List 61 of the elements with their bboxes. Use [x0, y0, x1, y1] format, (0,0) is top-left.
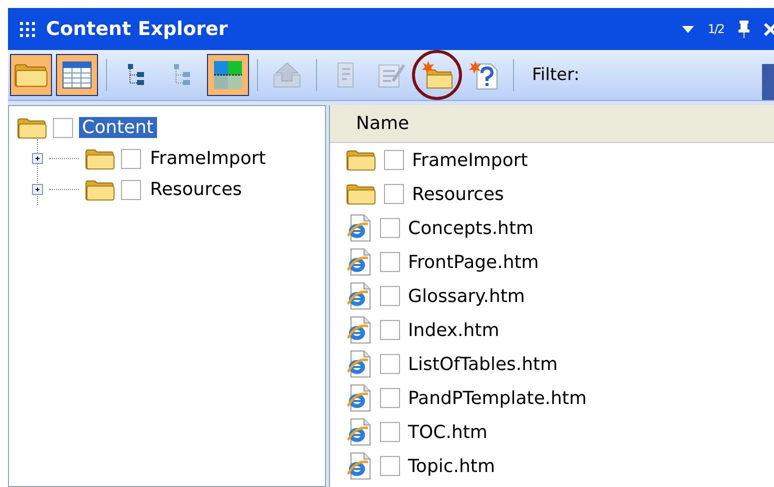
close-icon[interactable]: [764, 22, 774, 36]
tree-icon: [171, 63, 193, 87]
edit-icon: [377, 61, 407, 89]
toolbar-button[interactable]: [207, 54, 249, 96]
checkbox[interactable]: [380, 388, 400, 408]
folder-icon: [17, 116, 47, 138]
checkbox[interactable]: [384, 184, 404, 204]
folder-icon: [14, 62, 48, 88]
checkbox[interactable]: [380, 422, 400, 442]
web-page-icon: [346, 316, 372, 344]
checkbox[interactable]: [53, 118, 73, 138]
checkbox[interactable]: [380, 286, 400, 306]
web-page-icon: [346, 282, 372, 310]
folder-icon: [346, 149, 376, 171]
grip-icon: [18, 20, 36, 38]
web-page-icon: [346, 418, 372, 446]
pin-icon[interactable]: [738, 20, 750, 38]
window-title: Content Explorer: [46, 18, 229, 40]
web-page-icon: [346, 350, 372, 378]
checkbox[interactable]: [380, 252, 400, 272]
filter-label: Filter:: [532, 65, 580, 85]
folder-icon: [85, 178, 115, 200]
file-name[interactable]: Glossary.htm: [408, 286, 525, 306]
toolbar-button[interactable]: [56, 54, 98, 96]
web-page-icon: [346, 214, 372, 242]
checkbox[interactable]: [121, 148, 141, 168]
checkbox[interactable]: [380, 218, 400, 238]
grid-icon: [213, 60, 243, 90]
help-icon: [469, 60, 499, 90]
file-name[interactable]: TOC.htm: [408, 422, 488, 442]
tree-icon: [125, 63, 147, 87]
tree-item[interactable]: FrameImport: [147, 148, 269, 169]
web-page-icon: [346, 452, 372, 480]
new-folder-icon: [421, 60, 455, 90]
web-page-icon: [346, 384, 372, 412]
file-name[interactable]: FrameImport: [412, 150, 528, 170]
expand-toggle[interactable]: [32, 184, 43, 195]
page-indicator[interactable]: 1/2: [708, 22, 724, 36]
column-header[interactable]: Name: [330, 105, 774, 143]
folder-icon: [346, 183, 376, 205]
table-icon: [62, 61, 92, 89]
web-page-icon: [346, 248, 372, 276]
tree-item[interactable]: Resources: [147, 179, 245, 200]
file-name[interactable]: Concepts.htm: [408, 218, 534, 238]
file-name[interactable]: Topic.htm: [408, 456, 495, 476]
tree-item[interactable]: Content: [79, 117, 157, 138]
dropdown-icon[interactable]: [682, 26, 694, 32]
file-name[interactable]: Index.htm: [408, 320, 500, 340]
checkbox[interactable]: [380, 320, 400, 340]
checkbox[interactable]: [121, 180, 141, 200]
toolbar-button[interactable]: [10, 54, 52, 96]
file-name[interactable]: Resources: [412, 184, 504, 204]
checkbox[interactable]: [380, 354, 400, 374]
checkbox[interactable]: [384, 150, 404, 170]
checkbox[interactable]: [380, 456, 400, 476]
file-name[interactable]: PandPTemplate.htm: [408, 388, 587, 408]
file-name[interactable]: FrontPage.htm: [408, 252, 539, 272]
file-name[interactable]: ListOfTables.htm: [408, 354, 558, 374]
upload-icon: [272, 61, 302, 89]
folder-icon: [85, 148, 115, 170]
expand-toggle[interactable]: [32, 153, 43, 164]
